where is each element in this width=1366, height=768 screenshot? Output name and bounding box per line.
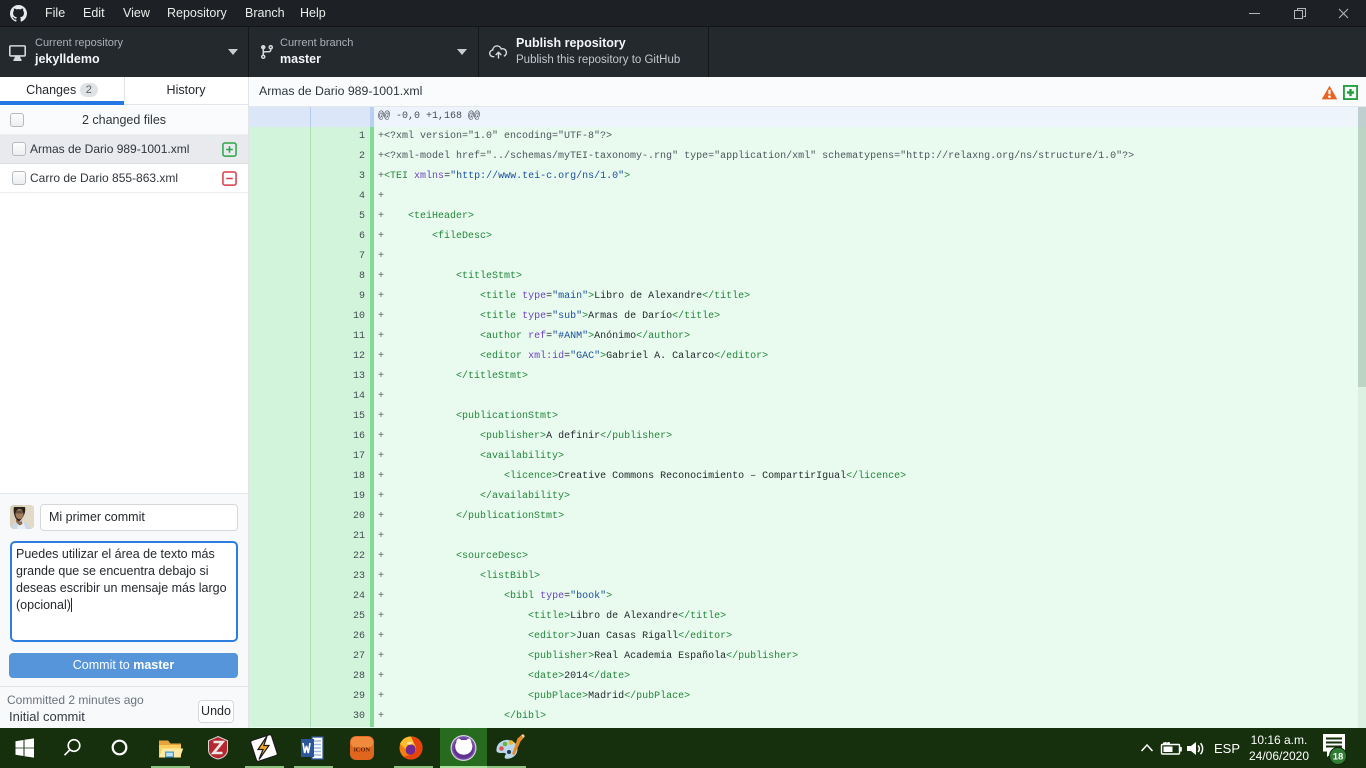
svg-text:18: 18 [1333,752,1344,763]
svg-text:iCON: iCON [354,747,371,754]
